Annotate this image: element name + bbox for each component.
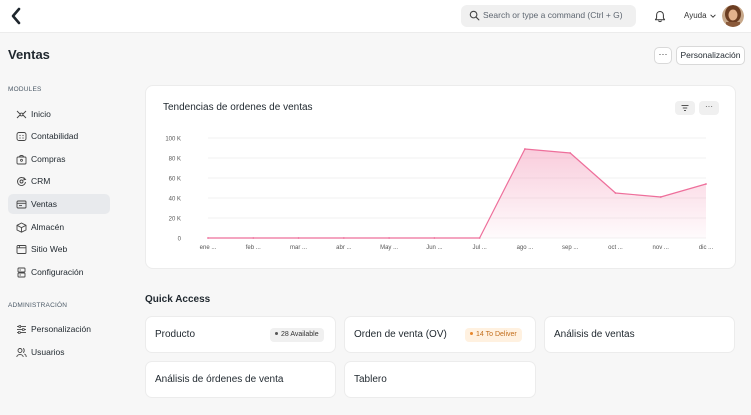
- quick-access-card-label: Producto: [155, 329, 196, 340]
- sidebar-item-usuarios[interactable]: Usuarios: [8, 342, 110, 362]
- status-badge: 14 To Deliver: [465, 328, 522, 342]
- sidebar-item-label: Usuarios: [31, 347, 65, 357]
- quick-access-card-label: Tablero: [354, 374, 387, 385]
- series-area: [208, 149, 706, 238]
- search-icon: [469, 10, 480, 21]
- quick-access-card-orden-de-venta[interactable]: Orden de venta (OV) 14 To Deliver: [344, 316, 536, 353]
- home-icon: [16, 110, 27, 119]
- admin-section-label: ADMINISTRACIÓN: [8, 302, 68, 309]
- data-point: [478, 237, 481, 239]
- more-options-button[interactable]: ···: [654, 47, 672, 64]
- x-tick-label: Jul ...: [472, 245, 487, 251]
- quick-access-card-producto[interactable]: Producto 28 Available: [145, 316, 336, 353]
- accounting-icon: [16, 132, 27, 141]
- quick-access-card-analisis-ordenes[interactable]: Análisis de órdenes de venta: [145, 361, 336, 398]
- status-badge: 28 Available: [270, 328, 324, 342]
- top-navbar: Search or type a command (Ctrl + G) Ayud…: [0, 0, 751, 33]
- sliders-icon: [17, 325, 26, 334]
- sidebar-item-crm[interactable]: CRM: [8, 171, 110, 191]
- sidebar-item-ventas[interactable]: Ventas: [8, 194, 110, 214]
- quick-access-card-tablero[interactable]: Tablero: [344, 361, 536, 398]
- quick-access-card-analisis-de-ventas[interactable]: Análisis de ventas: [544, 316, 735, 353]
- sidebar-item-compras[interactable]: Compras: [8, 149, 110, 169]
- modules-section-label: MODULES: [8, 86, 42, 93]
- sidebar-item-personalizacion[interactable]: Personalización: [8, 319, 110, 339]
- data-point: [342, 237, 345, 239]
- box-icon: [16, 222, 27, 233]
- users-icon: [16, 348, 27, 358]
- quick-access-card-label: Análisis de órdenes de venta: [155, 374, 284, 385]
- y-tick-label: 60 K: [169, 177, 181, 183]
- x-tick-label: oct ...: [608, 245, 623, 251]
- data-point: [252, 237, 255, 239]
- help-label: Ayuda: [684, 11, 707, 20]
- crm-icon: [17, 177, 27, 186]
- sidebar-item-label: Configuración: [31, 267, 84, 277]
- sidebar-item-label: Inicio: [31, 109, 51, 119]
- data-point: [433, 237, 436, 239]
- sidebar-item-label: Contabilidad: [31, 131, 79, 141]
- bag-icon: [16, 155, 27, 165]
- x-tick-label: nov ...: [653, 245, 670, 251]
- x-tick-label: feb ...: [246, 245, 261, 251]
- browser-icon: [16, 245, 27, 254]
- chevron-down-icon: [709, 13, 716, 18]
- y-tick-label: 40 K: [169, 197, 181, 203]
- sidebar-item-label: Almacén: [31, 222, 65, 232]
- x-tick-label: ago ...: [517, 245, 534, 251]
- sales-icon: [16, 200, 27, 209]
- notification-bell-icon[interactable]: [654, 10, 666, 23]
- x-tick-label: sep ...: [562, 245, 579, 251]
- y-tick-label: 0: [178, 237, 182, 243]
- sidebar-item-label: CRM: [31, 176, 51, 186]
- app-logo-icon[interactable]: [9, 7, 23, 25]
- help-dropdown[interactable]: Ayuda: [684, 11, 716, 20]
- user-avatar[interactable]: [722, 5, 744, 27]
- data-point: [705, 183, 707, 185]
- sidebar-item-inicio[interactable]: Inicio: [8, 104, 110, 124]
- sidebar-item-label: Compras: [31, 154, 66, 164]
- sales-trend-chart: 0 20 K 40 K 60 K 80 K 100 K ene ... feb ... mar …: [165, 137, 714, 252]
- x-tick-label: ene ...: [200, 245, 217, 251]
- y-tick-label: 20 K: [169, 217, 181, 223]
- data-point: [297, 237, 300, 239]
- data-point: [614, 192, 617, 194]
- sidebar-item-label: Sitio Web: [31, 244, 68, 254]
- x-tick-label: mar ...: [290, 245, 307, 251]
- y-tick-label: 80 K: [169, 157, 181, 163]
- search-bar[interactable]: Search or type a command (Ctrl + G): [461, 5, 636, 27]
- sidebar-item-configuracion[interactable]: Configuración: [8, 262, 110, 282]
- database-icon: [17, 267, 26, 278]
- quick-access-card-label: Orden de venta (OV): [354, 329, 447, 340]
- sidebar-item-contabilidad[interactable]: Contabilidad: [8, 126, 110, 146]
- data-point: [659, 196, 662, 198]
- sidebar-item-almacen[interactable]: Almacén: [8, 217, 110, 237]
- data-point: [524, 148, 526, 150]
- quick-access-title: Quick Access: [145, 294, 211, 305]
- data-point: [207, 237, 209, 239]
- x-tick-label: Jun ...: [426, 245, 443, 251]
- y-tick-label: 100 K: [165, 137, 181, 143]
- page-title: Ventas: [8, 47, 50, 62]
- customize-button[interactable]: Personalización: [676, 46, 745, 65]
- x-tick-label: abr ...: [336, 245, 352, 251]
- data-point: [388, 237, 390, 239]
- sidebar-item-label: Ventas: [31, 199, 57, 209]
- data-point: [569, 152, 572, 154]
- search-placeholder: Search or type a command (Ctrl + G): [483, 10, 623, 20]
- sales-trend-chart-card: Tendencias de ordenes de ventas ··· 0 20 …: [145, 85, 736, 269]
- x-tick-label: dic ...: [699, 245, 714, 251]
- sidebar-item-label: Personalización: [31, 324, 92, 334]
- quick-access-card-label: Análisis de ventas: [554, 329, 635, 340]
- x-tick-label: May ...: [380, 245, 398, 251]
- sidebar-item-sitio-web[interactable]: Sitio Web: [8, 239, 110, 259]
